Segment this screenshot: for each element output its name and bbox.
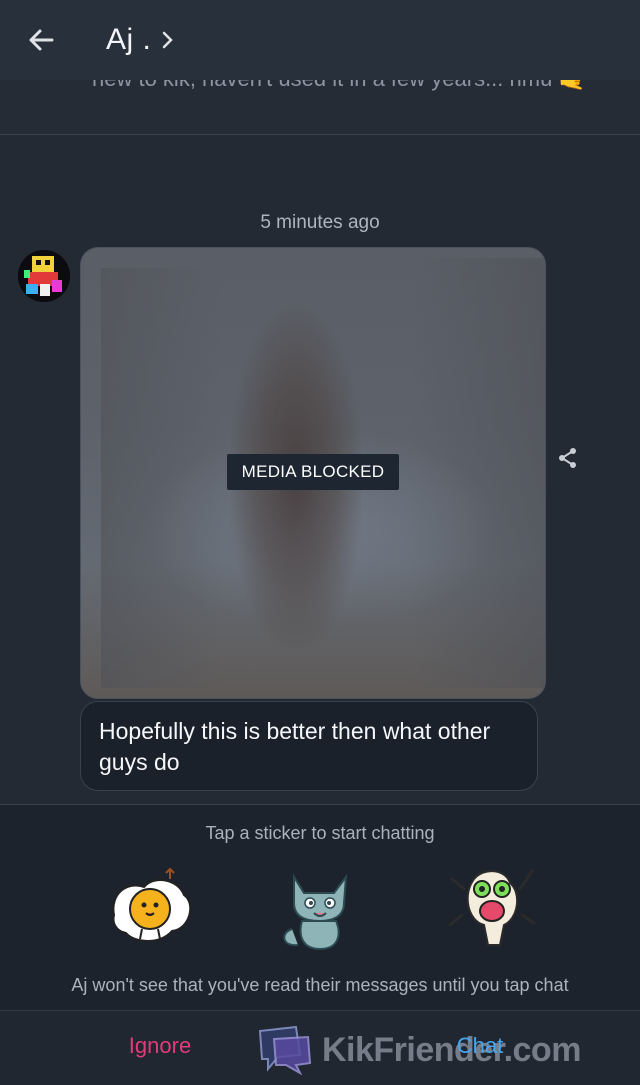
share-icon <box>559 448 576 468</box>
egg-sticker[interactable] <box>104 859 200 955</box>
action-bar: Ignore KikFriender.com Chat <box>0 1010 640 1085</box>
sticker-hint: Tap a sticker to start chatting <box>205 823 435 843</box>
read-receipt-note: Aj won't see that you've read their mess… <box>71 975 569 995</box>
media-blocked-label: MEDIA BLOCKED <box>227 454 399 490</box>
back-button[interactable] <box>22 22 62 58</box>
previous-message-strip: new to kik, haven't used it in a few yea… <box>0 80 640 135</box>
creature-icon <box>448 869 536 946</box>
chat-bubble-logo-icon <box>258 1025 312 1075</box>
ignore-button[interactable]: Ignore <box>100 1033 220 1059</box>
creature-sticker[interactable] <box>444 859 540 955</box>
previous-message-text: new to kik, haven't used it in a few yea… <box>92 80 586 92</box>
blocked-media[interactable]: MEDIA BLOCKED <box>80 247 546 699</box>
sticker-panel: Tap a sticker to start chatting Aj won't… <box>0 804 640 1011</box>
watermark-logo: KikFriender.com <box>256 1023 581 1077</box>
chat-title[interactable]: Aj . <box>106 20 175 60</box>
avatar-image <box>18 250 70 302</box>
top-bar: Aj . <box>0 0 640 81</box>
egg-icon <box>112 867 192 942</box>
avatar[interactable] <box>18 250 70 302</box>
message-timestamp: 5 minutes ago <box>260 212 380 233</box>
arrow-left-icon <box>29 29 54 51</box>
chevron-right-icon <box>163 31 174 49</box>
chat-button[interactable]: Chat <box>430 1033 530 1059</box>
cat-sticker[interactable] <box>272 859 368 955</box>
contact-name: Aj . <box>106 23 152 56</box>
share-button[interactable] <box>556 446 580 470</box>
message-bubble[interactable]: Hopefully this is better then what other… <box>80 701 538 791</box>
cat-icon <box>283 873 348 951</box>
